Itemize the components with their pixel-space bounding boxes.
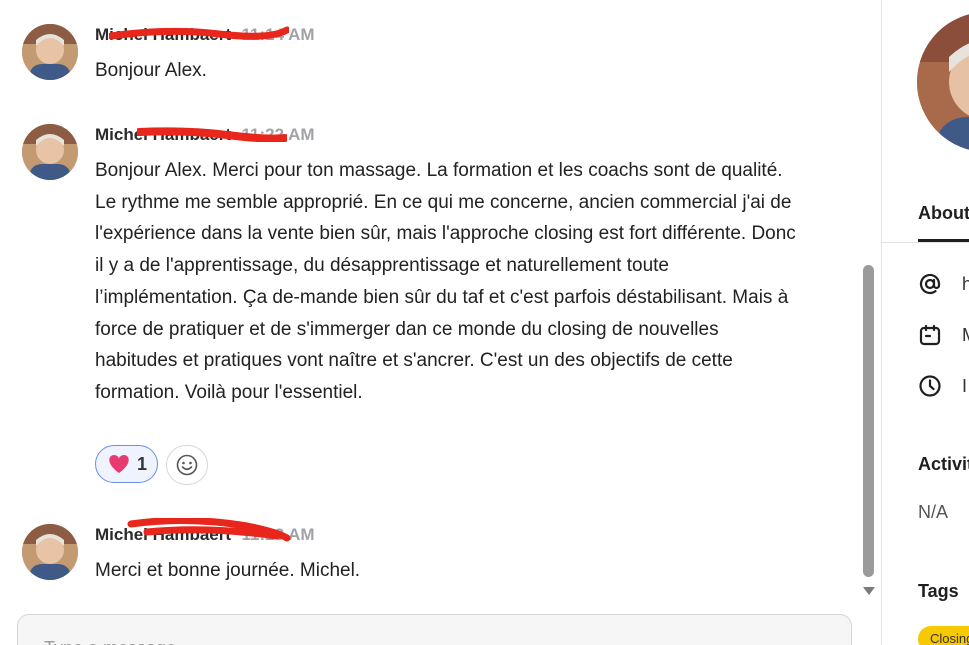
scroll-down-arrow-icon[interactable] xyxy=(863,587,875,595)
message-item: Michel Hambaert 11:14 AM Bonjour Alex. xyxy=(22,24,822,84)
chat-thread: Michel Hambaert 11:14 AM Bonjour Alex. M… xyxy=(0,0,858,645)
clock-icon xyxy=(919,375,941,397)
contact-sidebar: About h M I Activity N/A Tags Closing xyxy=(882,0,969,645)
contact-avatar xyxy=(917,12,969,152)
message-text: Bonjour Alex. xyxy=(95,60,207,81)
contact-email: h xyxy=(962,273,969,294)
heart-icon xyxy=(109,455,129,473)
redaction-mark xyxy=(137,127,287,142)
contact-time-row: I xyxy=(918,374,967,398)
tag-chip[interactable]: Closing xyxy=(918,626,969,645)
activity-value: N/A xyxy=(918,502,949,522)
tab-divider xyxy=(882,242,969,243)
message-text: Bonjour Alex. Merci pour ton massage. La… xyxy=(95,160,796,403)
add-reaction-button[interactable] xyxy=(166,445,209,485)
contact-email-row: h xyxy=(918,272,969,296)
author-avatar[interactable] xyxy=(22,524,78,580)
reaction-bar: 1 xyxy=(95,445,209,485)
message-item: Michel Hambaert 11:23 AM Merci et bonne … xyxy=(22,518,822,584)
message-item: Michel Hambaert 11:22 AM Bonjour Alex. M… xyxy=(22,124,822,485)
contact-time: I xyxy=(962,375,968,396)
contact-date-row: M xyxy=(918,323,969,347)
at-icon xyxy=(919,273,941,295)
author-avatar[interactable] xyxy=(22,124,78,180)
redaction-mark xyxy=(127,518,291,542)
chat-scrollbar[interactable] xyxy=(858,0,880,645)
message-input[interactable] xyxy=(42,637,746,645)
message-composer xyxy=(17,614,852,645)
message-text: Merci et bonne journée. Michel. xyxy=(95,560,361,581)
calendar-icon xyxy=(919,324,941,346)
scrollbar-thumb[interactable] xyxy=(863,265,874,577)
tab-about[interactable]: About xyxy=(918,203,969,224)
author-avatar[interactable] xyxy=(22,24,78,80)
smiley-icon xyxy=(176,454,198,476)
activity-title: Activity xyxy=(918,454,969,474)
contact-date: M xyxy=(962,325,969,346)
redaction-mark xyxy=(109,26,289,40)
tags-title: Tags xyxy=(918,581,959,601)
reaction-heart-button[interactable]: 1 xyxy=(95,445,159,483)
reaction-count: 1 xyxy=(137,453,148,474)
